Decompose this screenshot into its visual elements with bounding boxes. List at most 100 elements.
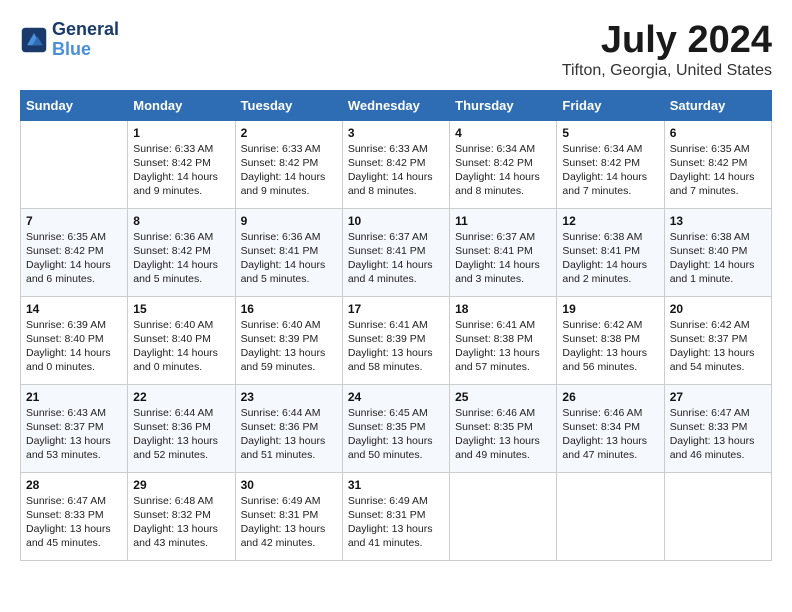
calendar-cell: 2Sunrise: 6:33 AM Sunset: 8:42 PM Daylig…	[235, 120, 342, 208]
day-info: Sunrise: 6:47 AM Sunset: 8:33 PM Dayligh…	[670, 406, 766, 463]
calendar-cell	[664, 472, 771, 560]
calendar-cell: 11 Sunrise: 6:37 AM Sunset: 8:41 PM Dayli…	[450, 208, 557, 296]
calendar-cell: 8 Sunrise: 6:36 AM Sunset: 8:42 PM Daylig…	[128, 208, 235, 296]
day-info: Sunrise: 6:47 AM Sunset: 8:33 PM Dayligh…	[26, 494, 122, 551]
month-year: July 2024	[562, 20, 772, 62]
calendar-cell: 22 Sunrise: 6:44 AM Sunset: 8:36 PM Dayli…	[128, 384, 235, 472]
day-info: Sunrise: 6:34 AM Sunset: 8:42 PM Dayligh…	[562, 142, 658, 199]
calendar-cell: 30 Sunrise: 6:49 AM Sunset: 8:31 PM Dayli…	[235, 472, 342, 560]
calendar-cell	[557, 472, 664, 560]
day-number: 3	[348, 126, 444, 140]
day-number: 15	[133, 302, 229, 316]
header-friday: Friday	[557, 90, 664, 120]
header-tuesday: Tuesday	[235, 90, 342, 120]
calendar-cell: 9Sunrise: 6:36 AM Sunset: 8:41 PM Daylig…	[235, 208, 342, 296]
day-info: Sunrise: 6:35 AM Sunset: 8:42 PM Dayligh…	[26, 230, 122, 287]
calendar-table: SundayMondayTuesdayWednesdayThursdayFrid…	[20, 90, 772, 561]
day-info: Sunrise: 6:40 AM Sunset: 8:40 PM Dayligh…	[133, 318, 229, 375]
calendar-cell: 10 Sunrise: 6:37 AM Sunset: 8:41 PM Dayli…	[342, 208, 449, 296]
calendar-week-row: 28 Sunrise: 6:47 AM Sunset: 8:33 PM Dayli…	[21, 472, 772, 560]
calendar-cell: 20 Sunrise: 6:42 AM Sunset: 8:37 PM Dayli…	[664, 296, 771, 384]
calendar-week-row: 14 Sunrise: 6:39 AM Sunset: 8:40 PM Dayli…	[21, 296, 772, 384]
calendar-cell: 14 Sunrise: 6:39 AM Sunset: 8:40 PM Dayli…	[21, 296, 128, 384]
day-info: Sunrise: 6:37 AM Sunset: 8:41 PM Dayligh…	[348, 230, 444, 287]
location: Tifton, Georgia, United States	[562, 62, 772, 80]
calendar-cell: 23 Sunrise: 6:44 AM Sunset: 8:36 PM Dayli…	[235, 384, 342, 472]
calendar-cell: 24 Sunrise: 6:45 AM Sunset: 8:35 PM Dayli…	[342, 384, 449, 472]
day-number: 22	[133, 390, 229, 404]
day-info: Sunrise: 6:42 AM Sunset: 8:38 PM Dayligh…	[562, 318, 658, 375]
day-info: Sunrise: 6:45 AM Sunset: 8:35 PM Dayligh…	[348, 406, 444, 463]
day-info: Sunrise: 6:40 AM Sunset: 8:39 PM Dayligh…	[241, 318, 337, 375]
calendar-week-row: 1 Sunrise: 6:33 AM Sunset: 8:42 PM Daylig…	[21, 120, 772, 208]
day-number: 30	[241, 478, 337, 492]
calendar-cell: 13 Sunrise: 6:38 AM Sunset: 8:40 PM Dayli…	[664, 208, 771, 296]
day-number: 17	[348, 302, 444, 316]
day-number: 16	[241, 302, 337, 316]
calendar-cell: 25 Sunrise: 6:46 AM Sunset: 8:35 PM Dayli…	[450, 384, 557, 472]
calendar-cell: 26Sunrise: 6:46 AM Sunset: 8:34 PM Dayli…	[557, 384, 664, 472]
day-number: 8	[133, 214, 229, 228]
day-number: 11	[455, 214, 551, 228]
day-number: 13	[670, 214, 766, 228]
day-info: Sunrise: 6:33 AM Sunset: 8:42 PM Dayligh…	[348, 142, 444, 199]
day-number: 26	[562, 390, 658, 404]
calendar-week-row: 7 Sunrise: 6:35 AM Sunset: 8:42 PM Daylig…	[21, 208, 772, 296]
day-number: 24	[348, 390, 444, 404]
calendar-cell: 21 Sunrise: 6:43 AM Sunset: 8:37 PM Dayli…	[21, 384, 128, 472]
logo-text: General Blue	[52, 20, 119, 60]
day-number: 28	[26, 478, 122, 492]
header-thursday: Thursday	[450, 90, 557, 120]
day-info: Sunrise: 6:39 AM Sunset: 8:40 PM Dayligh…	[26, 318, 122, 375]
day-number: 10	[348, 214, 444, 228]
title-block: July 2024 Tifton, Georgia, United States	[562, 20, 772, 80]
day-info: Sunrise: 6:37 AM Sunset: 8:41 PM Dayligh…	[455, 230, 551, 287]
day-number: 4	[455, 126, 551, 140]
calendar-cell: 17 Sunrise: 6:41 AM Sunset: 8:39 PM Dayli…	[342, 296, 449, 384]
calendar-cell: 1 Sunrise: 6:33 AM Sunset: 8:42 PM Daylig…	[128, 120, 235, 208]
day-number: 27	[670, 390, 766, 404]
day-number: 6	[670, 126, 766, 140]
day-number: 21	[26, 390, 122, 404]
day-number: 23	[241, 390, 337, 404]
day-number: 29	[133, 478, 229, 492]
calendar-cell: 4Sunrise: 6:34 AM Sunset: 8:42 PM Daylig…	[450, 120, 557, 208]
day-info: Sunrise: 6:42 AM Sunset: 8:37 PM Dayligh…	[670, 318, 766, 375]
day-info: Sunrise: 6:33 AM Sunset: 8:42 PM Dayligh…	[133, 142, 229, 199]
day-number: 20	[670, 302, 766, 316]
day-number: 7	[26, 214, 122, 228]
day-info: Sunrise: 6:36 AM Sunset: 8:42 PM Dayligh…	[133, 230, 229, 287]
calendar-cell: 18 Sunrise: 6:41 AM Sunset: 8:38 PM Dayli…	[450, 296, 557, 384]
day-info: Sunrise: 6:41 AM Sunset: 8:39 PM Dayligh…	[348, 318, 444, 375]
calendar-cell: 3 Sunrise: 6:33 AM Sunset: 8:42 PM Daylig…	[342, 120, 449, 208]
day-number: 18	[455, 302, 551, 316]
day-info: Sunrise: 6:43 AM Sunset: 8:37 PM Dayligh…	[26, 406, 122, 463]
logo-icon	[20, 26, 48, 54]
calendar-cell: 27 Sunrise: 6:47 AM Sunset: 8:33 PM Dayli…	[664, 384, 771, 472]
day-info: Sunrise: 6:46 AM Sunset: 8:35 PM Dayligh…	[455, 406, 551, 463]
calendar-cell: 16 Sunrise: 6:40 AM Sunset: 8:39 PM Dayli…	[235, 296, 342, 384]
header-monday: Monday	[128, 90, 235, 120]
day-info: Sunrise: 6:44 AM Sunset: 8:36 PM Dayligh…	[133, 406, 229, 463]
day-info: Sunrise: 6:38 AM Sunset: 8:40 PM Dayligh…	[670, 230, 766, 287]
day-info: Sunrise: 6:41 AM Sunset: 8:38 PM Dayligh…	[455, 318, 551, 375]
day-info: Sunrise: 6:48 AM Sunset: 8:32 PM Dayligh…	[133, 494, 229, 551]
day-info: Sunrise: 6:49 AM Sunset: 8:31 PM Dayligh…	[241, 494, 337, 551]
day-info: Sunrise: 6:38 AM Sunset: 8:41 PM Dayligh…	[562, 230, 658, 287]
day-number: 1	[133, 126, 229, 140]
day-number: 5	[562, 126, 658, 140]
calendar-cell	[450, 472, 557, 560]
day-number: 25	[455, 390, 551, 404]
calendar-cell: 7 Sunrise: 6:35 AM Sunset: 8:42 PM Daylig…	[21, 208, 128, 296]
calendar-cell: 28 Sunrise: 6:47 AM Sunset: 8:33 PM Dayli…	[21, 472, 128, 560]
day-info: Sunrise: 6:33 AM Sunset: 8:42 PM Dayligh…	[241, 142, 337, 199]
calendar-week-row: 21 Sunrise: 6:43 AM Sunset: 8:37 PM Dayli…	[21, 384, 772, 472]
day-number: 14	[26, 302, 122, 316]
day-info: Sunrise: 6:35 AM Sunset: 8:42 PM Dayligh…	[670, 142, 766, 199]
calendar-header-row: SundayMondayTuesdayWednesdayThursdayFrid…	[21, 90, 772, 120]
day-info: Sunrise: 6:44 AM Sunset: 8:36 PM Dayligh…	[241, 406, 337, 463]
header-saturday: Saturday	[664, 90, 771, 120]
calendar-cell: 15 Sunrise: 6:40 AM Sunset: 8:40 PM Dayli…	[128, 296, 235, 384]
day-number: 9	[241, 214, 337, 228]
page-header: General Blue July 2024 Tifton, Georgia, …	[20, 20, 772, 80]
